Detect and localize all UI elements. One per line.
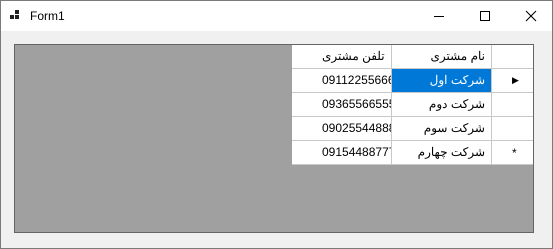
top-left-header-cell[interactable] xyxy=(492,45,533,69)
title-bar[interactable]: Form1 xyxy=(1,1,552,31)
cell-name-selected[interactable]: شرکت اول xyxy=(392,69,492,93)
column-header-name[interactable]: نام مشتری xyxy=(392,45,492,69)
close-icon xyxy=(525,10,537,22)
cell-name[interactable]: شرکت چهارم xyxy=(392,141,492,165)
close-button[interactable] xyxy=(508,1,553,31)
row-header[interactable] xyxy=(492,93,533,117)
cell-phone[interactable]: 09112255666 xyxy=(292,69,392,93)
app-icon xyxy=(10,10,22,22)
minimize-icon xyxy=(434,16,444,17)
cell-phone[interactable]: 09025544888 xyxy=(292,117,392,141)
form-window: Form1 تلفن مشتری نام مشتری 09112255666 ش… xyxy=(0,0,553,249)
column-header-phone[interactable]: تلفن مشتری xyxy=(292,45,392,69)
new-row-asterisk-icon: * xyxy=(512,146,517,160)
row-header[interactable]: * xyxy=(492,141,533,165)
row-header[interactable] xyxy=(492,117,533,141)
window-title: Form1 xyxy=(30,9,65,23)
cell-phone[interactable]: 09154488777 xyxy=(292,141,392,165)
cell-name[interactable]: شرکت دوم xyxy=(392,93,492,117)
data-grid[interactable]: تلفن مشتری نام مشتری 09112255666 شرکت او… xyxy=(14,44,534,233)
maximize-button[interactable] xyxy=(462,1,508,31)
cell-name[interactable]: شرکت سوم xyxy=(392,117,492,141)
client-area: تلفن مشتری نام مشتری 09112255666 شرکت او… xyxy=(1,31,552,248)
cell-phone[interactable]: 09365566555 xyxy=(292,93,392,117)
row-header[interactable]: ▶ xyxy=(492,69,533,93)
current-row-arrow-icon: ▶ xyxy=(512,75,519,85)
maximize-icon xyxy=(480,11,490,21)
minimize-button[interactable] xyxy=(416,1,462,31)
